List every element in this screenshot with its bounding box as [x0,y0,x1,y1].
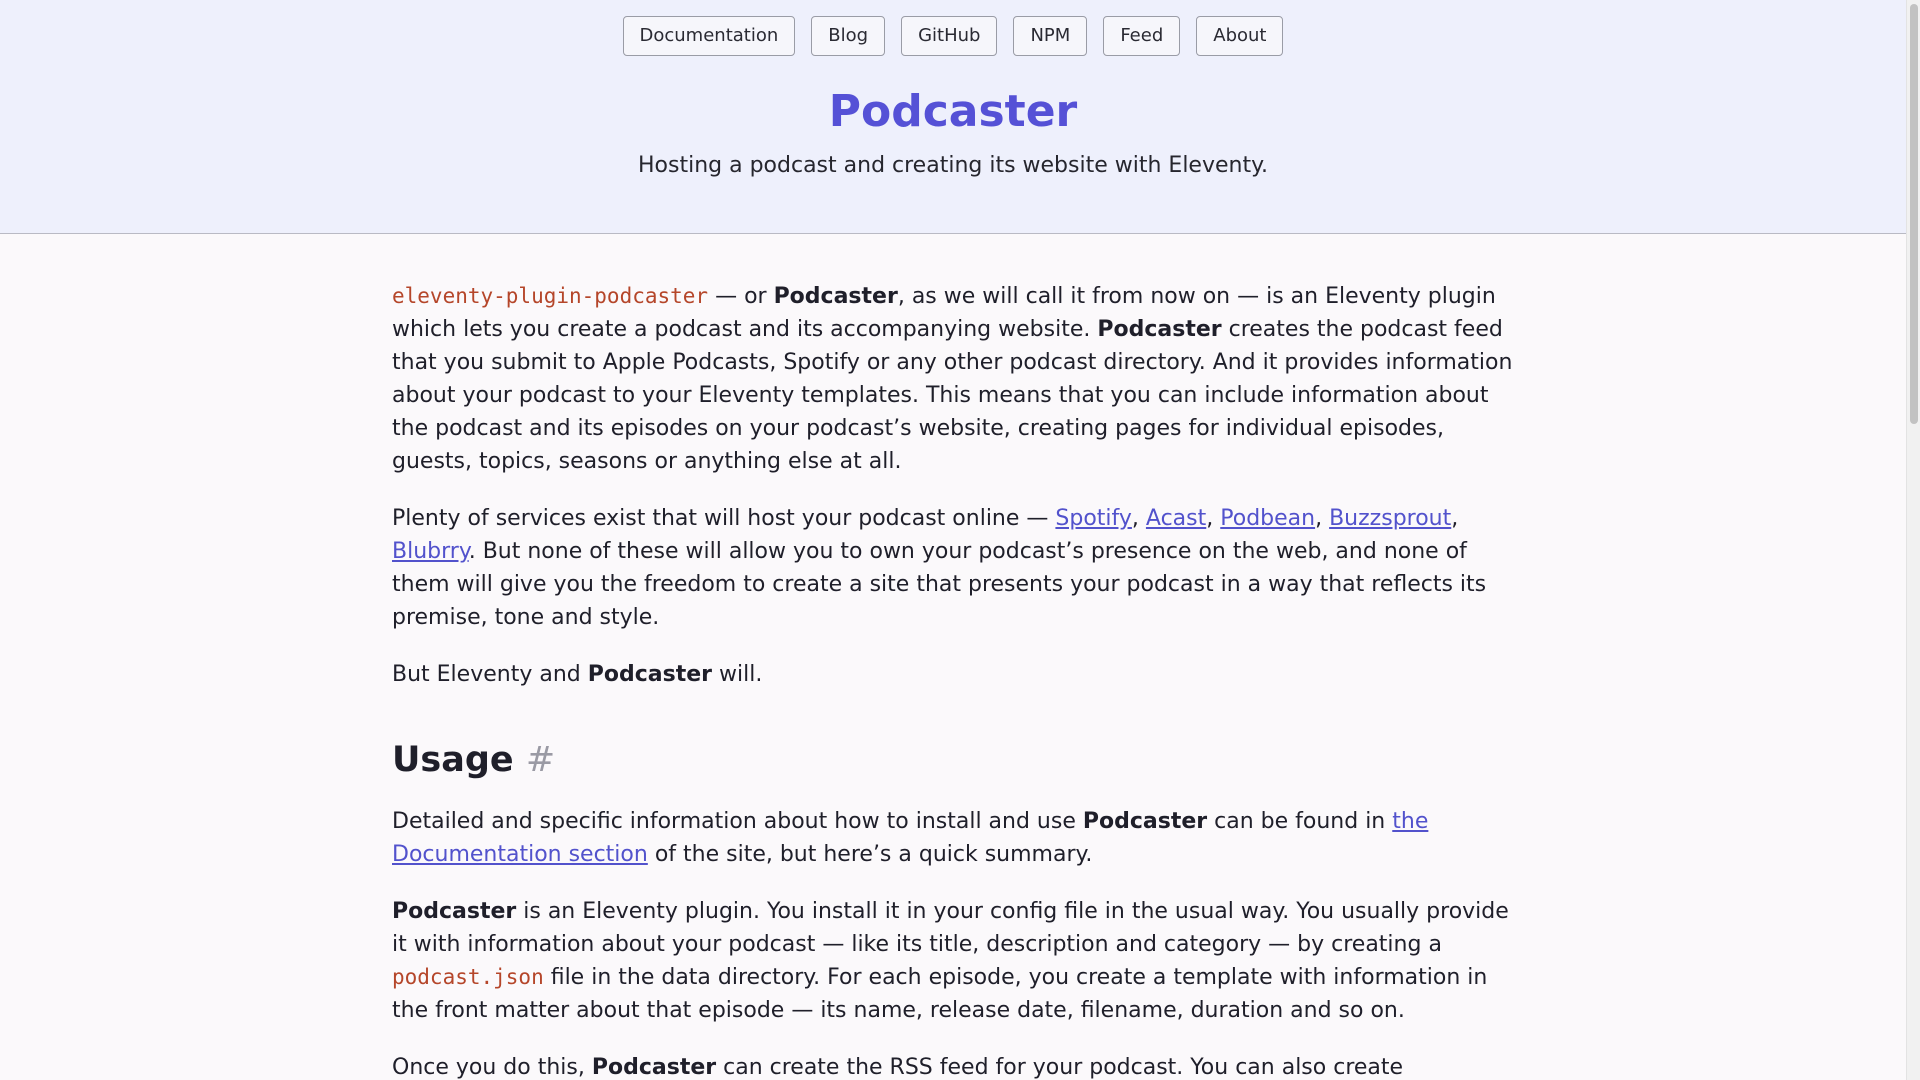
nav-npm[interactable]: NPM [1013,16,1088,56]
scrollbar-thumb[interactable] [1910,4,1918,424]
link-spotify[interactable]: Spotify [1055,506,1132,531]
podcast-json-code: podcast.json [392,965,544,989]
usage-paragraph-3: Once you do this, Podcaster can create t… [392,1055,1404,1080]
usage-anchor-link[interactable]: # [526,740,555,780]
usage-heading: Usage # [392,740,556,780]
top-nav: Documentation Blog GitHub NPM Feed About [0,0,1906,56]
nav-github[interactable]: GitHub [901,16,998,56]
site-header: Documentation Blog GitHub NPM Feed About… [0,0,1906,234]
intro-paragraph-3: But Eleventy and Podcaster will. [392,662,763,687]
nav-feed[interactable]: Feed [1103,16,1181,56]
usage-paragraph-2: Podcaster is an Eleventy plugin. You ins… [392,899,1509,1023]
link-acast[interactable]: Acast [1146,506,1206,531]
nav-about[interactable]: About [1196,16,1284,56]
intro-paragraph-2: Plenty of services exist that will host … [392,506,1487,630]
site-description: Hosting a podcast and creating its websi… [638,152,1268,178]
nav-documentation[interactable]: Documentation [622,16,796,56]
link-blubrry[interactable]: Blubrry [392,539,469,564]
plugin-name-code: eleventy-plugin-podcaster [392,284,709,308]
main-content: eleventy-plugin-podcaster — or Podcaster… [392,280,1522,1080]
link-podbean[interactable]: Podbean [1220,506,1315,531]
site-title: Podcaster [828,86,1078,137]
usage-paragraph-1: Detailed and specific information about … [392,809,1429,867]
link-buzzsprout[interactable]: Buzzsprout [1329,506,1451,531]
nav-blog[interactable]: Blog [811,16,886,56]
vertical-scrollbar[interactable] [1906,0,1920,1080]
intro-paragraph-1: eleventy-plugin-podcaster — or Podcaster… [392,284,1513,474]
